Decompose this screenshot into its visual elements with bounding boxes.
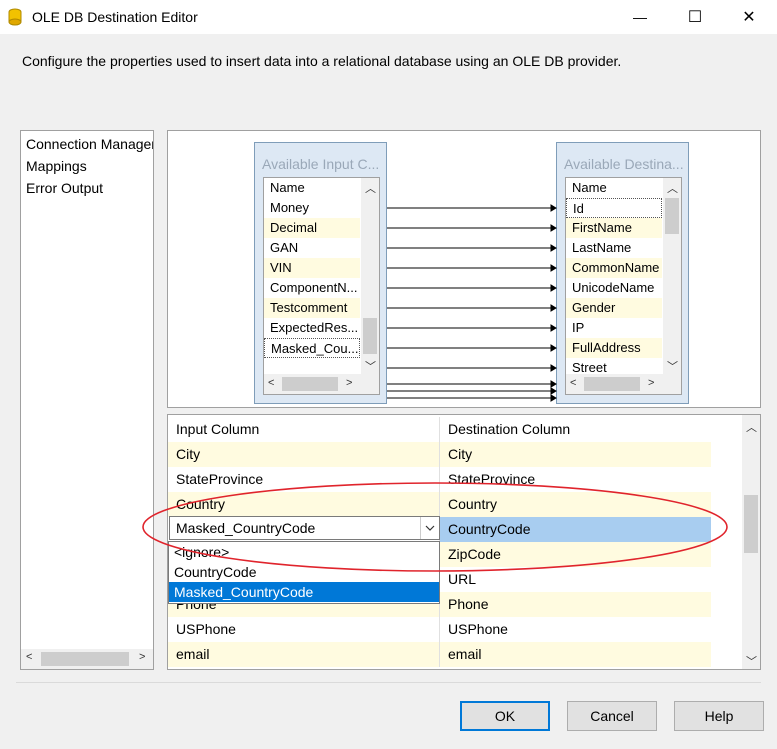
dropdown-option-masked-countrycode[interactable]: Masked_CountryCode (169, 582, 439, 602)
input-cell[interactable]: City (168, 442, 440, 467)
nav-item-mappings[interactable]: Mappings (26, 158, 87, 174)
scroll-right-icon[interactable]: > (139, 651, 145, 663)
dropdown-option-countrycode[interactable]: CountryCode (169, 562, 439, 582)
window-title: OLE DB Destination Editor (32, 9, 198, 25)
dropdown-list[interactable]: <ignore> CountryCode Masked_CountryCode (168, 541, 440, 604)
grid-vscrollbar[interactable]: ︿ ﹀ (742, 415, 760, 669)
nav-item-connection-manager[interactable]: Connection Manager (26, 136, 154, 152)
maximize-button[interactable]: ☐ (672, 0, 718, 34)
table-row[interactable]: USPhone USPhone (168, 617, 711, 642)
description-text: Configure the properties used to insert … (22, 53, 621, 69)
close-icon: ✕ (742, 7, 755, 27)
table-row[interactable]: email email (168, 642, 711, 667)
cancel-button[interactable]: Cancel (567, 701, 657, 731)
grid-header-destination[interactable]: Destination Column (440, 417, 711, 442)
input-cell[interactable]: email (168, 642, 440, 667)
nav-item-error-output[interactable]: Error Output (26, 180, 103, 196)
input-cell[interactable]: USPhone (168, 617, 440, 642)
divider (16, 682, 761, 683)
dropdown-toggle[interactable] (420, 517, 439, 539)
scroll-thumb[interactable] (41, 652, 129, 666)
chevron-down-icon (425, 525, 435, 531)
destination-cell-selected: CountryCode (440, 517, 711, 542)
ok-button[interactable]: OK (460, 701, 550, 731)
input-column-dropdown[interactable]: Masked_CountryCode (169, 516, 440, 540)
destination-cell: StateProvince (440, 467, 711, 492)
table-row[interactable]: City City (168, 442, 711, 467)
grid-header: Input Column Destination Column (168, 417, 711, 442)
database-icon (8, 8, 22, 26)
minimize-button[interactable]: — (617, 0, 663, 34)
scroll-down-icon[interactable]: ﹀ (746, 653, 757, 669)
close-button[interactable]: ✕ (726, 0, 772, 34)
destination-cell: URL (440, 567, 711, 592)
destination-cell: Country (440, 492, 711, 517)
destination-cell: USPhone (440, 617, 711, 642)
table-row[interactable]: StateProvince StateProvince (168, 467, 711, 492)
input-cell[interactable]: Country (168, 492, 440, 517)
nav-hscrollbar[interactable]: < > (21, 649, 153, 669)
mapping-canvas: Available Input C... Name Money Decimal … (167, 130, 761, 408)
destination-cell: ZipCode (440, 542, 711, 567)
destination-cell: City (440, 442, 711, 467)
dropdown-option-ignore[interactable]: <ignore> (169, 542, 439, 562)
grid-header-input[interactable]: Input Column (168, 417, 440, 442)
table-row[interactable]: Country Country (168, 492, 711, 517)
left-nav: Connection Manager Mappings Error Output… (20, 130, 154, 670)
mapping-lines (168, 131, 762, 409)
scroll-left-icon[interactable]: < (26, 651, 32, 663)
maximize-icon: ☐ (688, 7, 702, 27)
scroll-up-icon[interactable]: ︿ (746, 419, 757, 435)
dropdown-value: Masked_CountryCode (176, 520, 315, 536)
minimize-icon: — (633, 9, 647, 25)
input-cell[interactable]: StateProvince (168, 467, 440, 492)
help-button[interactable]: Help (674, 701, 764, 731)
destination-cell: email (440, 642, 711, 667)
scroll-thumb[interactable] (744, 495, 758, 553)
destination-cell: Phone (440, 592, 711, 617)
